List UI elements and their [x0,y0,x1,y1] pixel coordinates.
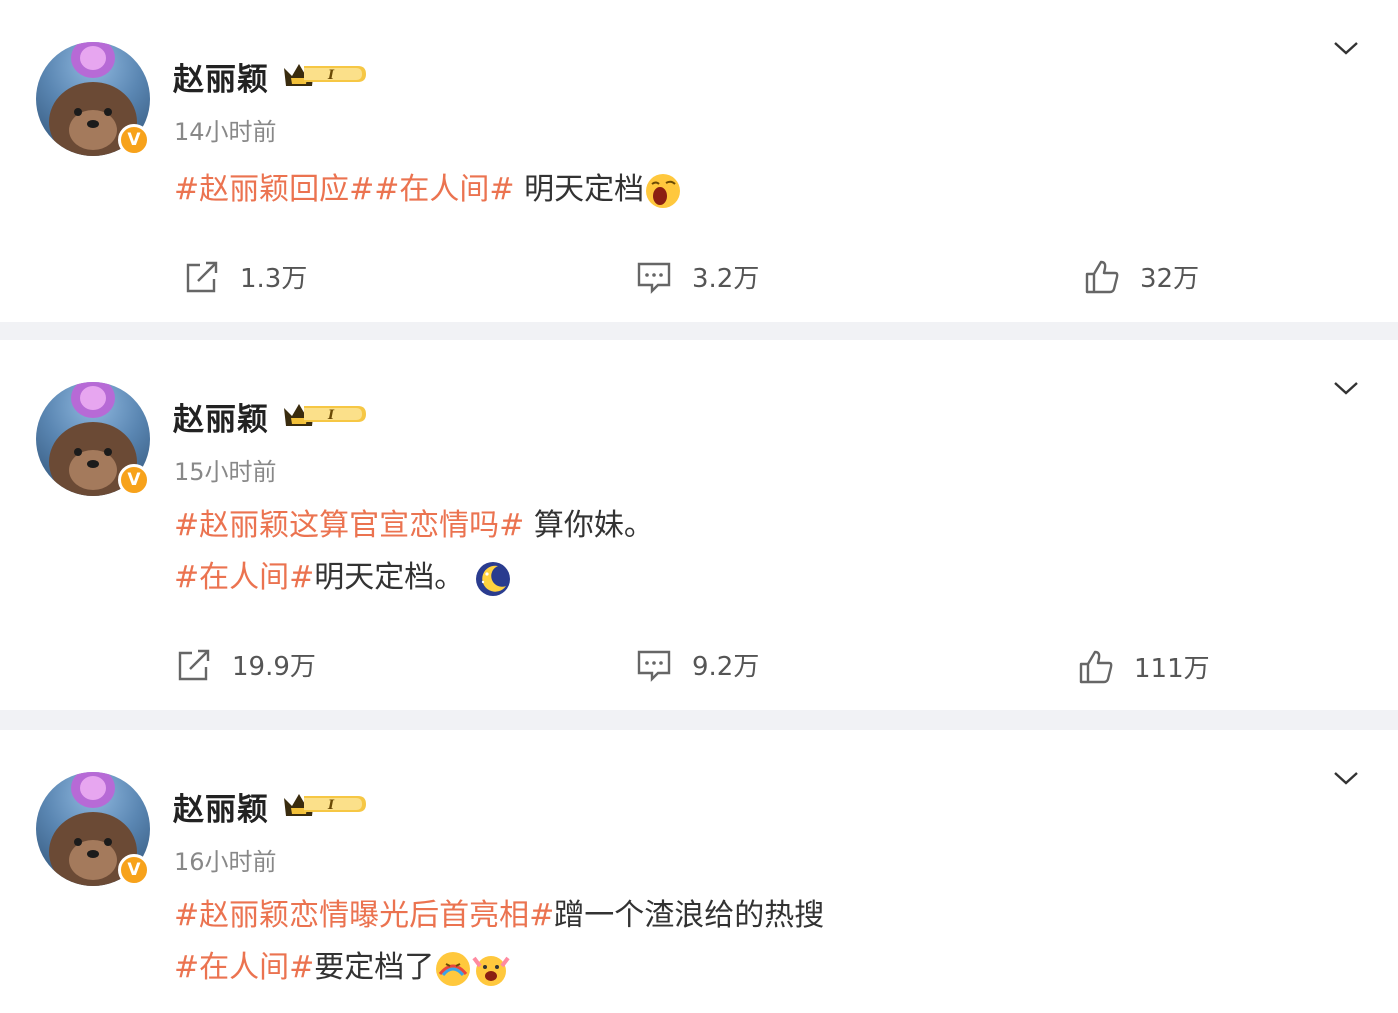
post-card: V 赵丽颖 I 15小时前 #赵丽颖这算官宣恋情吗# 算你妹。 #在人间#明天定… [0,340,1398,710]
repost-button[interactable]: 1.3万 [184,258,307,295]
post-text: #在人间#明天定档。 [174,558,512,598]
post-text: #赵丽颖回应##在人间# 明天定档 [174,170,682,210]
topic-tag[interactable]: #赵丽颖这算官宣恋情吗# [174,508,524,543]
post-card: V 赵丽颖 I 14小时前 #赵丽颖回应##在人间# 明天定档 1.3万 3.2… [0,0,1398,322]
post-body-text: 蹭一个渣浪给的热搜 [554,898,825,933]
username[interactable]: 赵丽颖 [173,54,269,99]
comment-count: 3.2万 [692,264,760,294]
post-body-text: 明天定档 [514,172,645,207]
like-count: 111万 [1134,654,1210,684]
like-count: 32万 [1140,264,1200,294]
verified-badge: V [118,464,150,496]
yawn-emoji-icon [646,173,681,208]
svg-text:I: I [327,68,335,83]
topic-tag[interactable]: #赵丽颖恋情曝光后首亮相# [174,898,554,933]
post-body-text: 明天定档。 [314,560,465,595]
crown-vip-level-icon[interactable]: I [282,398,366,430]
comment-icon [637,650,671,682]
like-button[interactable]: 32万 [1084,258,1199,295]
share-icon [178,649,210,680]
post-time: 14小时前 [174,118,277,146]
share-icon [186,261,218,292]
post-time: 16小时前 [174,848,277,876]
repost-button[interactable]: 19.9万 [176,646,316,683]
post-text: #赵丽颖这算官宣恋情吗# 算你妹。 [174,506,654,546]
cheer-emoji-icon [472,955,510,986]
comment-count: 9.2万 [692,652,760,682]
post-card: V 赵丽颖 I 16小时前 #赵丽颖恋情曝光后首亮相#蹭一个渣浪给的热搜 #在人… [0,730,1398,1013]
username[interactable]: 赵丽颖 [173,784,269,829]
post-time: 15小时前 [174,458,277,486]
verified-badge: V [118,124,150,156]
thumbs-up-icon [1079,650,1113,683]
rainbow-emoji-icon [436,951,471,986]
repost-count: 19.9万 [232,652,316,682]
chevron-down-icon[interactable] [1332,378,1360,398]
post-body-text: 要定档了 [314,950,435,985]
svg-text:I: I [327,408,335,423]
post-text: #赵丽颖恋情曝光后首亮相#蹭一个渣浪给的热搜 [174,896,824,936]
crown-vip-level-icon[interactable]: I [282,788,366,820]
topic-tag[interactable]: #在人间# [174,950,314,985]
comment-icon [637,262,671,294]
post-body-text: 算你妹。 [524,508,654,543]
username[interactable]: 赵丽颖 [173,394,269,439]
like-button[interactable]: 111万 [1078,648,1210,685]
svg-text:I: I [327,798,335,813]
topic-tag[interactable]: #在人间# [174,560,314,595]
topic-tag[interactable]: #赵丽颖回应##在人间# [174,172,515,207]
comment-button[interactable]: 9.2万 [636,646,759,683]
moon-emoji-icon [475,561,510,596]
chevron-down-icon[interactable] [1332,768,1360,788]
verified-badge: V [118,854,150,886]
thumbs-up-icon [1085,260,1119,293]
post-text: #在人间#要定档了 [174,948,510,988]
crown-vip-level-icon[interactable]: I [282,58,366,90]
comment-button[interactable]: 3.2万 [636,258,759,295]
chevron-down-icon[interactable] [1332,38,1360,58]
repost-count: 1.3万 [240,264,308,294]
